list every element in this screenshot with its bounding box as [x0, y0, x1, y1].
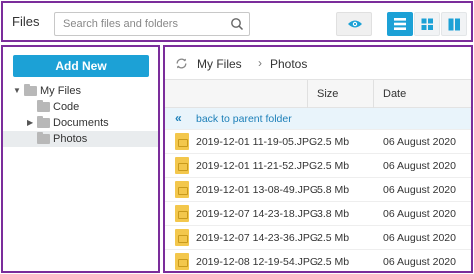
- parent-folder-row[interactable]: « back to parent folder: [165, 108, 471, 130]
- image-file-icon: [175, 157, 189, 174]
- folder-icon: [24, 84, 37, 96]
- file-date: 06 August 2020: [383, 160, 456, 172]
- tree-item-my-files[interactable]: ▼ My Files: [3, 83, 158, 99]
- chevron-right-icon: ›: [258, 56, 262, 70]
- breadcrumb: My Files › Photos: [165, 47, 471, 80]
- file-size: 2.5 Mb: [317, 136, 350, 148]
- breadcrumb-root[interactable]: My Files: [197, 57, 242, 71]
- list-view-button[interactable]: [387, 12, 413, 36]
- table-row[interactable]: 2019-12-07 14-23-36.JPG 2.5 Mb 06 August…: [165, 226, 471, 250]
- double-chevron-left-icon: «: [175, 111, 182, 125]
- list-view-icon: [394, 18, 406, 30]
- file-size: 5.8 Mb: [317, 184, 350, 196]
- tree-item-label: Documents: [53, 117, 109, 129]
- tree-item-photos[interactable]: Photos: [3, 131, 158, 147]
- toolbar: Files: [1, 1, 473, 42]
- column-divider[interactable]: [373, 80, 374, 108]
- table-row[interactable]: 2019-12-01 13-08-49.JPG 5.8 Mb 06 August…: [165, 178, 471, 202]
- search-input[interactable]: [63, 16, 223, 32]
- table-row[interactable]: 2019-12-07 14-23-18.JPG 3.8 Mb 06 August…: [165, 202, 471, 226]
- table-row[interactable]: 2019-12-01 11-19-05.JPG 2.5 Mb 06 August…: [165, 130, 471, 154]
- file-size: 3.8 Mb: [317, 208, 350, 220]
- file-list: « back to parent folder 2019-12-01 11-19…: [165, 108, 471, 271]
- refresh-icon[interactable]: [175, 57, 188, 70]
- folder-icon: [37, 132, 50, 144]
- eye-icon: [348, 20, 362, 28]
- tree-item-label: My Files: [40, 85, 81, 97]
- breadcrumb-current[interactable]: Photos: [270, 57, 307, 71]
- table-header: Size Date: [165, 80, 471, 108]
- columns-view-button[interactable]: [441, 12, 467, 36]
- sidebar: Add New ▼ My Files Code ▶ Documents Phot…: [1, 45, 160, 273]
- column-size[interactable]: Size: [317, 80, 338, 108]
- tree-item-label: Photos: [53, 133, 88, 145]
- file-size: 2.5 Mb: [317, 232, 350, 244]
- tree-item-label: Code: [53, 101, 80, 113]
- table-row[interactable]: 2019-12-01 11-21-52.JPG 2.5 Mb 06 August…: [165, 154, 471, 178]
- chevron-right-icon[interactable]: ▶: [27, 115, 35, 131]
- parent-folder-link[interactable]: back to parent folder: [196, 113, 292, 125]
- file-date: 06 August 2020: [383, 256, 456, 268]
- search-box[interactable]: [54, 12, 250, 36]
- file-date: 06 August 2020: [383, 208, 456, 220]
- column-divider[interactable]: [307, 80, 308, 108]
- table-row[interactable]: 2019-12-08 12-19-54.JPG 2.5 Mb 06 August…: [165, 250, 471, 271]
- folder-tree: ▼ My Files Code ▶ Documents Photos: [3, 83, 158, 147]
- image-file-icon: [175, 253, 189, 270]
- file-browser: My Files › Photos Size Date « back to pa…: [163, 45, 473, 273]
- folder-icon: [37, 100, 50, 112]
- file-name: 2019-12-01 11-21-52.JPG: [196, 160, 318, 172]
- file-date: 06 August 2020: [383, 136, 456, 148]
- app-title: Files: [12, 14, 40, 29]
- tiles-view-button[interactable]: [414, 12, 440, 36]
- image-file-icon: [175, 133, 189, 150]
- file-date: 06 August 2020: [383, 184, 456, 196]
- file-size: 2.5 Mb: [317, 256, 350, 268]
- tree-item-code[interactable]: Code: [3, 99, 158, 115]
- folder-icon: [37, 116, 50, 128]
- file-name: 2019-12-07 14-23-36.JPG: [196, 232, 318, 244]
- columns-view-icon: [448, 18, 460, 31]
- chevron-down-icon[interactable]: ▼: [13, 83, 21, 99]
- file-name: 2019-12-01 11-19-05.JPG: [196, 136, 318, 148]
- preview-toggle-button[interactable]: [336, 12, 372, 36]
- file-name: 2019-12-08 12-19-54.JPG: [196, 256, 318, 268]
- column-date[interactable]: Date: [383, 80, 406, 108]
- grid-view-icon: [421, 18, 433, 30]
- file-size: 2.5 Mb: [317, 160, 350, 172]
- search-icon[interactable]: [230, 17, 244, 31]
- file-name: 2019-12-01 13-08-49.JPG: [196, 184, 318, 196]
- file-name: 2019-12-07 14-23-18.JPG: [196, 208, 318, 220]
- image-file-icon: [175, 229, 189, 246]
- image-file-icon: [175, 205, 189, 222]
- file-date: 06 August 2020: [383, 232, 456, 244]
- tree-item-documents[interactable]: ▶ Documents: [3, 115, 158, 131]
- image-file-icon: [175, 181, 189, 198]
- add-new-button[interactable]: Add New: [13, 55, 149, 77]
